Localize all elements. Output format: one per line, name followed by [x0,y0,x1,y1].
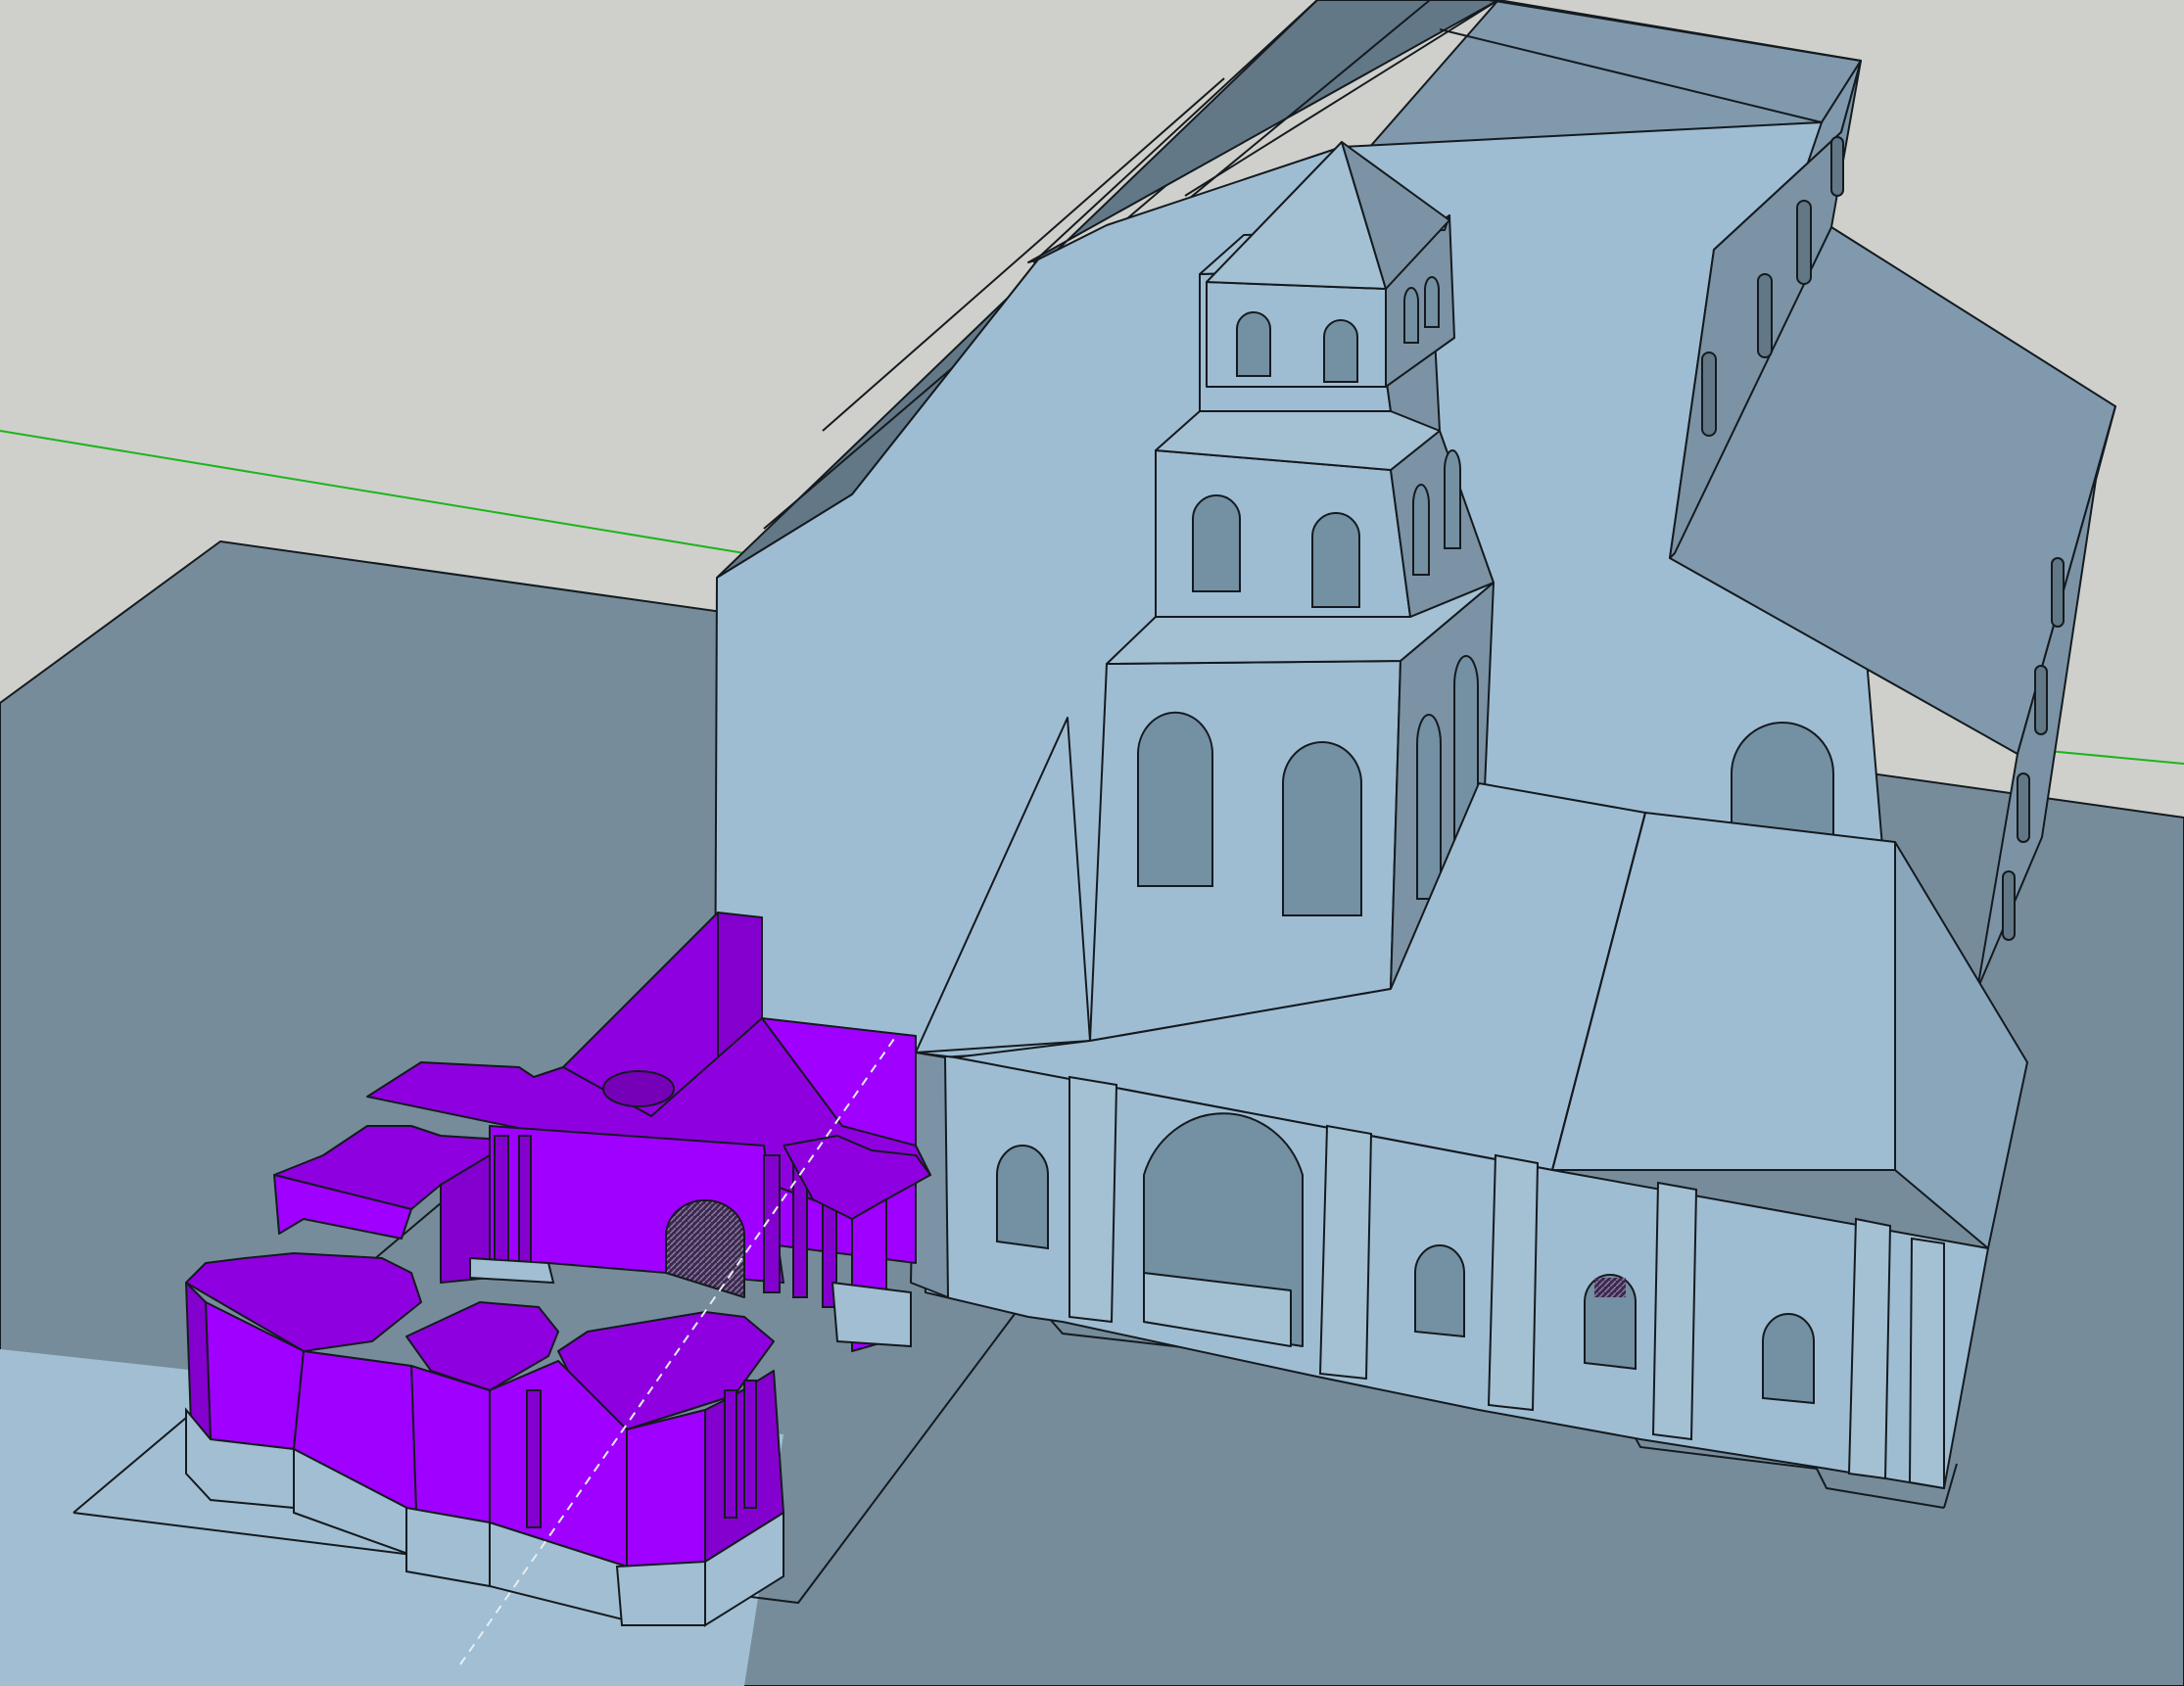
selected-light-well [602,1070,675,1107]
porch-window-grille [1594,1278,1626,1297]
selected-front-center-face[interactable] [410,1365,491,1523]
viewport-canvas[interactable] [0,0,2184,1686]
modeling-viewport[interactable] [0,0,2184,1686]
selected-front-right-face[interactable] [626,1409,706,1568]
